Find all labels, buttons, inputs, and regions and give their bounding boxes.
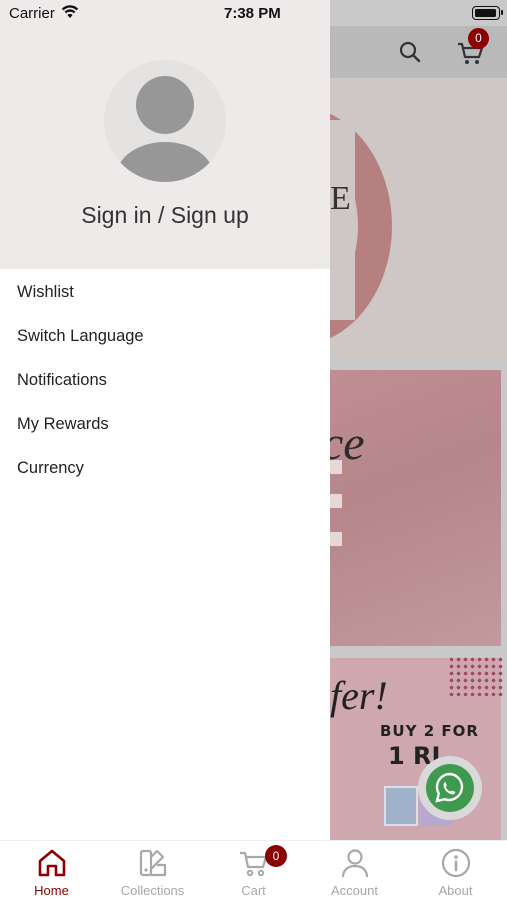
account-icon [341, 849, 369, 878]
carrier-label: Carrier [9, 5, 55, 22]
tab-label: Cart [241, 883, 266, 898]
menu-item-wishlist[interactable]: Wishlist [0, 270, 330, 314]
dots-decoration [448, 656, 504, 696]
avatar-placeholder-icon[interactable] [104, 60, 226, 182]
menu-item-switch-language[interactable]: Switch Language [0, 314, 330, 358]
collections-icon [139, 849, 167, 877]
sign-in-link[interactable]: Sign in / Sign up [0, 202, 330, 229]
home-icon [38, 849, 66, 877]
menu-item-my-rewards[interactable]: My Rewards [0, 402, 330, 446]
clock: 7:38 PM [224, 5, 281, 22]
menu-item-notifications[interactable]: Notifications [0, 358, 330, 402]
product-image [384, 786, 418, 826]
tab-label: Account [331, 883, 378, 898]
info-icon [441, 848, 471, 878]
cart-badge: 0 [265, 845, 287, 867]
tab-account[interactable]: Account [304, 841, 405, 900]
banner-1-text: E [330, 180, 351, 217]
navigation-drawer: Sign in / Sign up Wishlist Switch Langua… [0, 26, 330, 840]
tab-about[interactable]: About [405, 841, 506, 900]
menu-item-currency[interactable]: Currency [0, 446, 330, 490]
tab-cart[interactable]: 0 Cart [203, 841, 304, 900]
status-bar: Carrier 7:38 PM [0, 0, 507, 26]
promo-banner-2[interactable] [330, 370, 501, 646]
tab-label: Home [34, 883, 69, 898]
tab-home[interactable]: Home [1, 841, 102, 900]
tab-collections[interactable]: Collections [102, 841, 203, 900]
drawer-menu: Wishlist Switch Language Notifications M… [0, 270, 330, 490]
drawer-header[interactable]: Sign in / Sign up [0, 26, 330, 269]
whatsapp-icon [435, 772, 464, 803]
bottom-tab-bar: Home Collections 0 Cart Account About [0, 840, 507, 900]
tab-label: Collections [120, 883, 185, 898]
cart-count-badge: 0 [468, 28, 489, 49]
tab-label: About [438, 883, 473, 898]
banner-3-script: fer! [330, 673, 388, 718]
battery-icon [472, 6, 503, 20]
search-icon[interactable] [398, 40, 422, 64]
wifi-icon [61, 5, 79, 18]
banner-3-offer-line1: BUY 2 FOR [380, 722, 479, 740]
